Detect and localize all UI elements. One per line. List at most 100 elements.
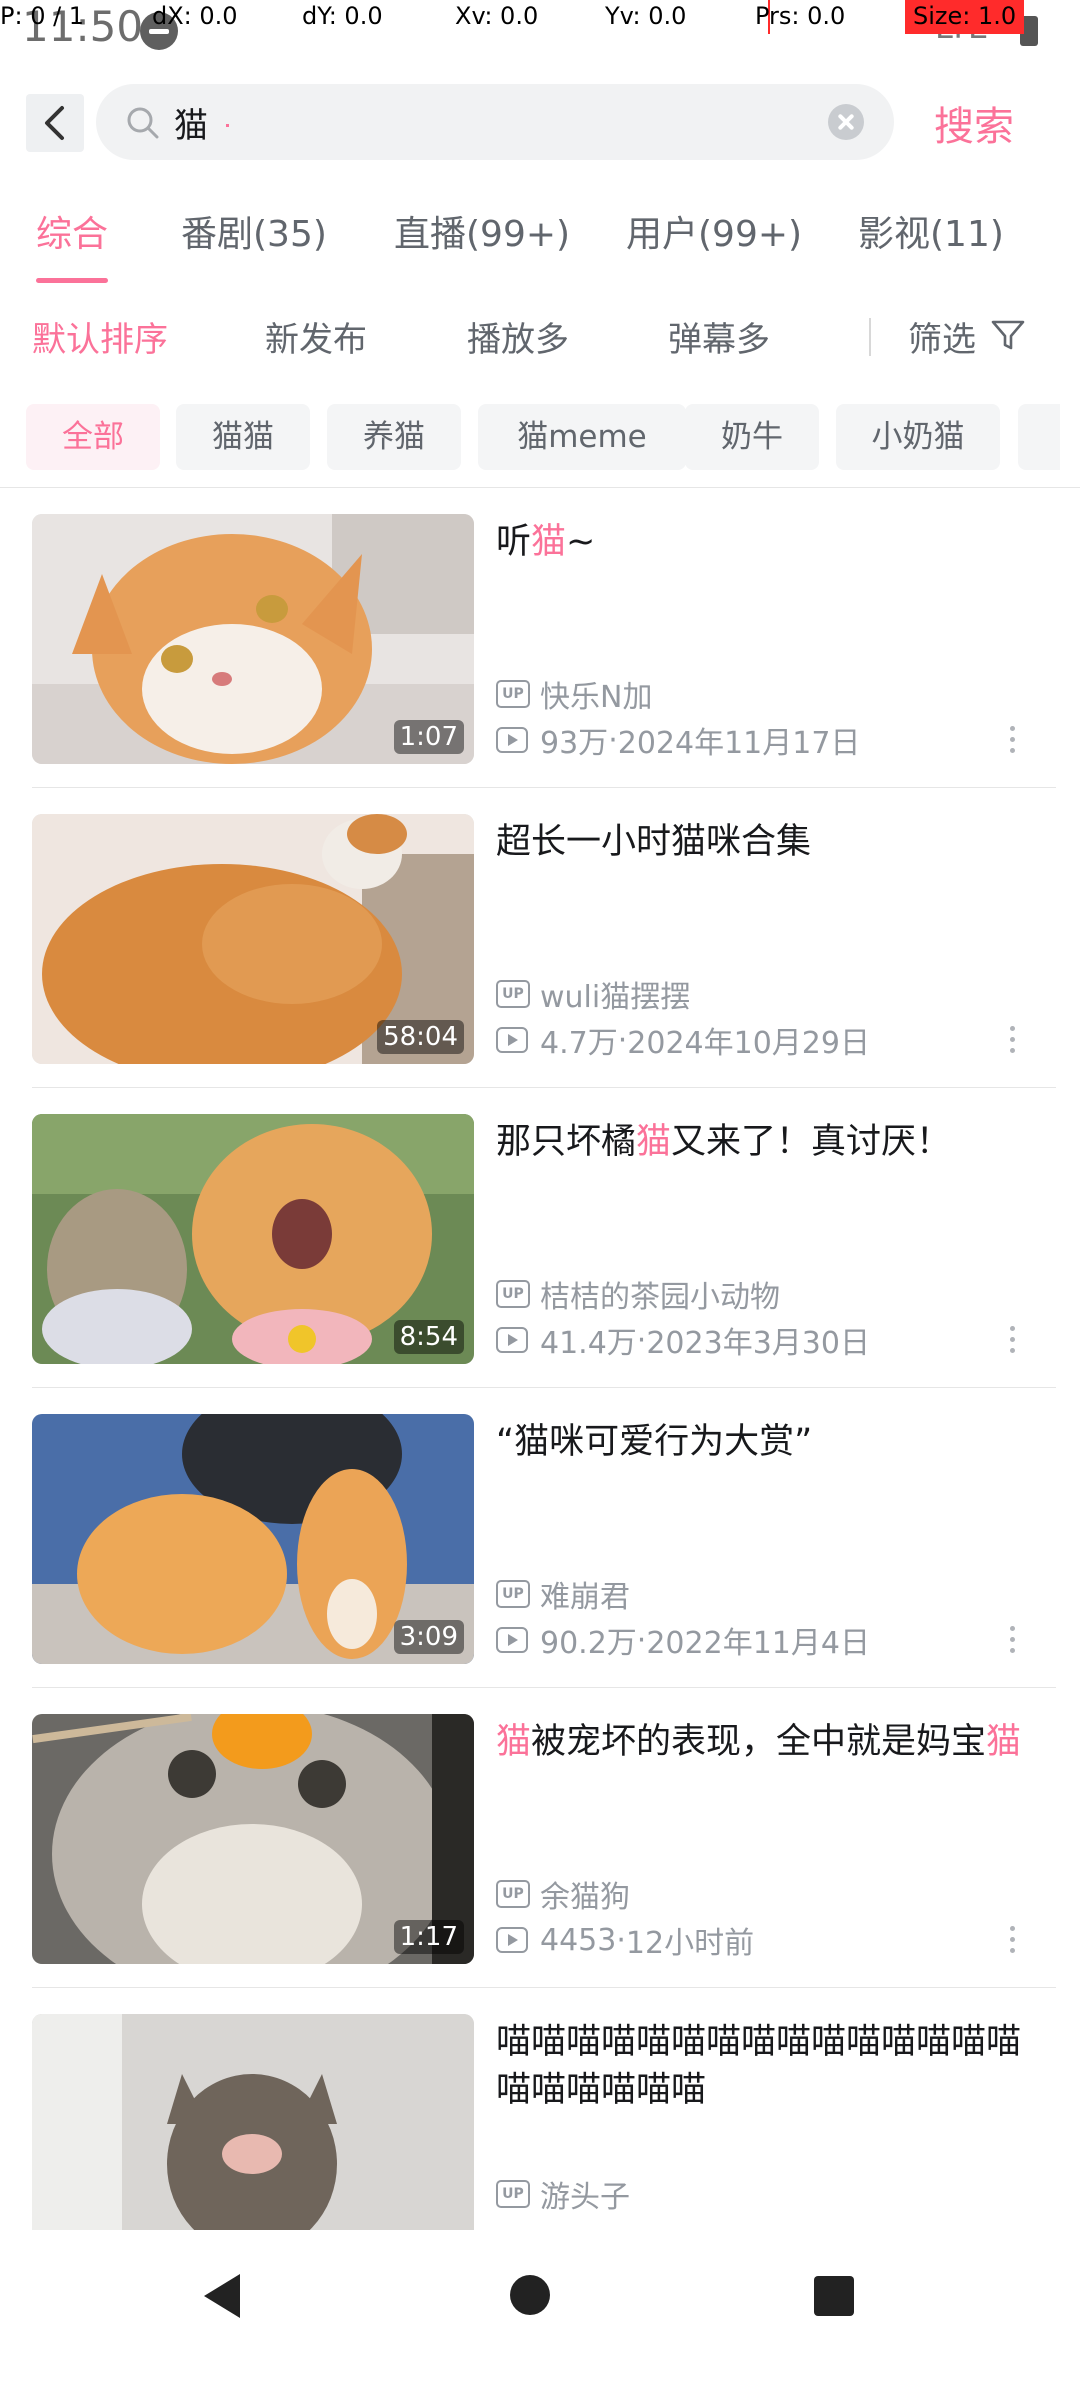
video-thumbnail[interactable]: 3:09	[32, 1414, 474, 1664]
more-options-icon[interactable]	[1010, 1026, 1018, 1056]
play-count-icon	[496, 1027, 528, 1053]
uploader-name: 快乐N加	[540, 680, 653, 715]
uploader[interactable]: UP 快乐N加	[496, 674, 653, 715]
debug-xv: Xv: 0.0	[455, 2, 539, 30]
up-badge-icon: UP	[496, 680, 530, 708]
sort-bar: 默认排序 新发布 播放多 弹幕多 筛选	[0, 312, 1080, 372]
debug-yv: Yv: 0.0	[605, 2, 687, 30]
video-title: “猫咪可爱行为大赏”	[496, 1422, 813, 1462]
search-button[interactable]: 搜索	[934, 94, 1014, 152]
video-stats: 4453 · 12小时前	[496, 1920, 755, 1961]
video-card[interactable]: 喵喵喵喵喵喵喵喵喵喵喵喵喵喵喵喵喵喵喵喵喵 UP 游头子	[0, 1988, 1080, 2230]
filter-icon[interactable]	[990, 318, 1026, 352]
tab-users[interactable]: 用户(99+)	[626, 205, 802, 257]
nav-recents-icon[interactable]	[814, 2276, 854, 2316]
up-badge-icon: UP	[496, 980, 530, 1008]
uploader[interactable]: UP 难崩君	[496, 1574, 630, 1615]
video-duration: 8:54	[393, 1320, 464, 1354]
play-count-icon	[496, 1927, 528, 1953]
status-bar: 11:50 LTE P: 0 / 1 dX: 0.0 dY: 0.0 Xv: 0…	[0, 0, 1080, 72]
sort-most-played[interactable]: 播放多	[467, 312, 569, 361]
video-thumbnail[interactable]: 58:04	[32, 814, 474, 1064]
video-card[interactable]: 58:04 超长一小时猫咪合集 UP wuli猫摆摆 4.7万 · 2024年10…	[0, 788, 1080, 1088]
video-card[interactable]: 3:09 “猫咪可爱行为大赏” UP 难崩君 90.2万 · 2022年11月4日	[0, 1388, 1080, 1688]
uploader-name: wuli猫摆摆	[540, 980, 691, 1015]
video-stats: 41.4万 · 2023年3月30日	[496, 1320, 870, 1361]
uploader[interactable]: UP wuli猫摆摆	[496, 974, 691, 1015]
view-count: 41.4万	[540, 1326, 637, 1361]
chip-cat-meme[interactable]: 猫meme	[478, 404, 686, 470]
back-button[interactable]	[26, 94, 84, 152]
video-title: 喵喵喵喵喵喵喵喵喵喵喵喵喵喵喵喵喵喵喵喵喵	[496, 2022, 1022, 2110]
sort-newest[interactable]: 新发布	[265, 312, 367, 361]
uploader-name: 难崩君	[540, 1580, 630, 1615]
video-thumbnail[interactable]: 1:17	[32, 1714, 474, 1964]
chip-raise-cat[interactable]: 养猫	[327, 404, 461, 470]
more-options-icon[interactable]	[1010, 1626, 1018, 1656]
more-options-icon[interactable]	[1010, 726, 1018, 756]
video-card[interactable]: 1:17 猫被宠坏的表现，全中就是妈宝猫 UP 余猫狗 4453 · 12小时前	[0, 1688, 1080, 1988]
publish-date: 2024年11月17日	[617, 726, 861, 761]
more-options-icon[interactable]	[1010, 1926, 1018, 1956]
play-count-icon	[496, 1627, 528, 1653]
video-duration: 3:09	[393, 1620, 464, 1654]
view-count: 93万	[540, 726, 609, 761]
up-badge-icon: UP	[496, 2180, 530, 2208]
tab-live[interactable]: 直播(99+)	[394, 205, 570, 257]
chip-kitten[interactable]: 小奶猫	[836, 404, 1000, 470]
uploader[interactable]: UP 游头子	[496, 2174, 630, 2215]
uploader[interactable]: UP 桔桔的茶园小动物	[496, 1274, 780, 1315]
text-cursor	[226, 124, 229, 127]
debug-pointer: P: 0 / 1	[0, 2, 85, 30]
video-thumbnail[interactable]: 1:07	[32, 514, 474, 764]
clear-icon[interactable]	[828, 104, 864, 140]
sort-most-danmaku[interactable]: 弹幕多	[668, 312, 770, 361]
video-duration: 1:17	[393, 1920, 464, 1954]
video-list: 1:07 听猫~ UP 快乐N加 93万 · 2024年11月17日 58:04 …	[0, 488, 1080, 2230]
nav-home-icon[interactable]	[510, 2275, 550, 2315]
up-badge-icon: UP	[496, 1880, 530, 1908]
filter-button[interactable]: 筛选	[908, 312, 976, 361]
play-count-icon	[496, 1327, 528, 1353]
debug-size: Size: 1.0	[905, 0, 1025, 34]
search-bar[interactable]: 猫	[96, 84, 894, 160]
search-icon	[127, 107, 159, 139]
video-thumbnail[interactable]: 8:54	[32, 1114, 474, 1364]
up-badge-icon: UP	[496, 1280, 530, 1308]
chip-more[interactable]	[1018, 404, 1060, 470]
uploader[interactable]: UP 余猫狗	[496, 1874, 630, 1915]
view-count: 4453	[540, 1922, 617, 1958]
tab-all[interactable]: 综合	[36, 205, 108, 257]
sort-default[interactable]: 默认排序	[32, 312, 168, 361]
uploader-name: 桔桔的茶园小动物	[540, 1280, 780, 1315]
view-count: 90.2万	[540, 1626, 637, 1661]
tab-film[interactable]: 影视(11)	[858, 205, 1004, 257]
video-stats: 93万 · 2024年11月17日	[496, 720, 861, 761]
tab-bangumi[interactable]: 番剧(35)	[181, 205, 327, 257]
chip-cow-cat[interactable]: 奶牛	[685, 404, 819, 470]
topic-chips: 全部 猫猫 养猫 猫meme 奶牛 小奶猫	[0, 404, 1060, 472]
chip-cats[interactable]: 猫猫	[176, 404, 310, 470]
chip-all[interactable]: 全部	[26, 404, 160, 470]
publish-date: 12小时前	[625, 1926, 755, 1961]
nav-back-icon[interactable]	[200, 2270, 246, 2322]
play-count-icon	[496, 727, 528, 753]
cat-thumbnail-image	[32, 2014, 474, 2230]
more-options-icon[interactable]	[1010, 1326, 1018, 1356]
video-title: 那只坏橘猫又来了！真讨厌！	[496, 1122, 952, 1162]
uploader-name: 游头子	[540, 2180, 630, 2215]
publish-date: 2023年3月30日	[646, 1326, 870, 1361]
publish-date: 2022年11月4日	[646, 1626, 870, 1661]
search-input[interactable]: 猫	[174, 98, 208, 147]
debug-dy: dY: 0.0	[302, 2, 383, 30]
back-arrow-icon	[45, 106, 64, 140]
video-stats: 90.2万 · 2022年11月4日	[496, 1620, 870, 1661]
video-duration: 58:04	[377, 1020, 464, 1054]
uploader-name: 余猫狗	[540, 1880, 630, 1915]
debug-dx: dX: 0.0	[152, 2, 238, 30]
publish-date: 2024年10月29日	[627, 1026, 870, 1061]
video-card[interactable]: 1:07 听猫~ UP 快乐N加 93万 · 2024年11月17日	[0, 488, 1080, 788]
video-card[interactable]: 8:54 那只坏橘猫又来了！真讨厌！ UP 桔桔的茶园小动物 41.4万 · 20…	[0, 1088, 1080, 1388]
video-title: 超长一小时猫咪合集	[496, 822, 812, 862]
video-thumbnail[interactable]	[32, 2014, 474, 2230]
